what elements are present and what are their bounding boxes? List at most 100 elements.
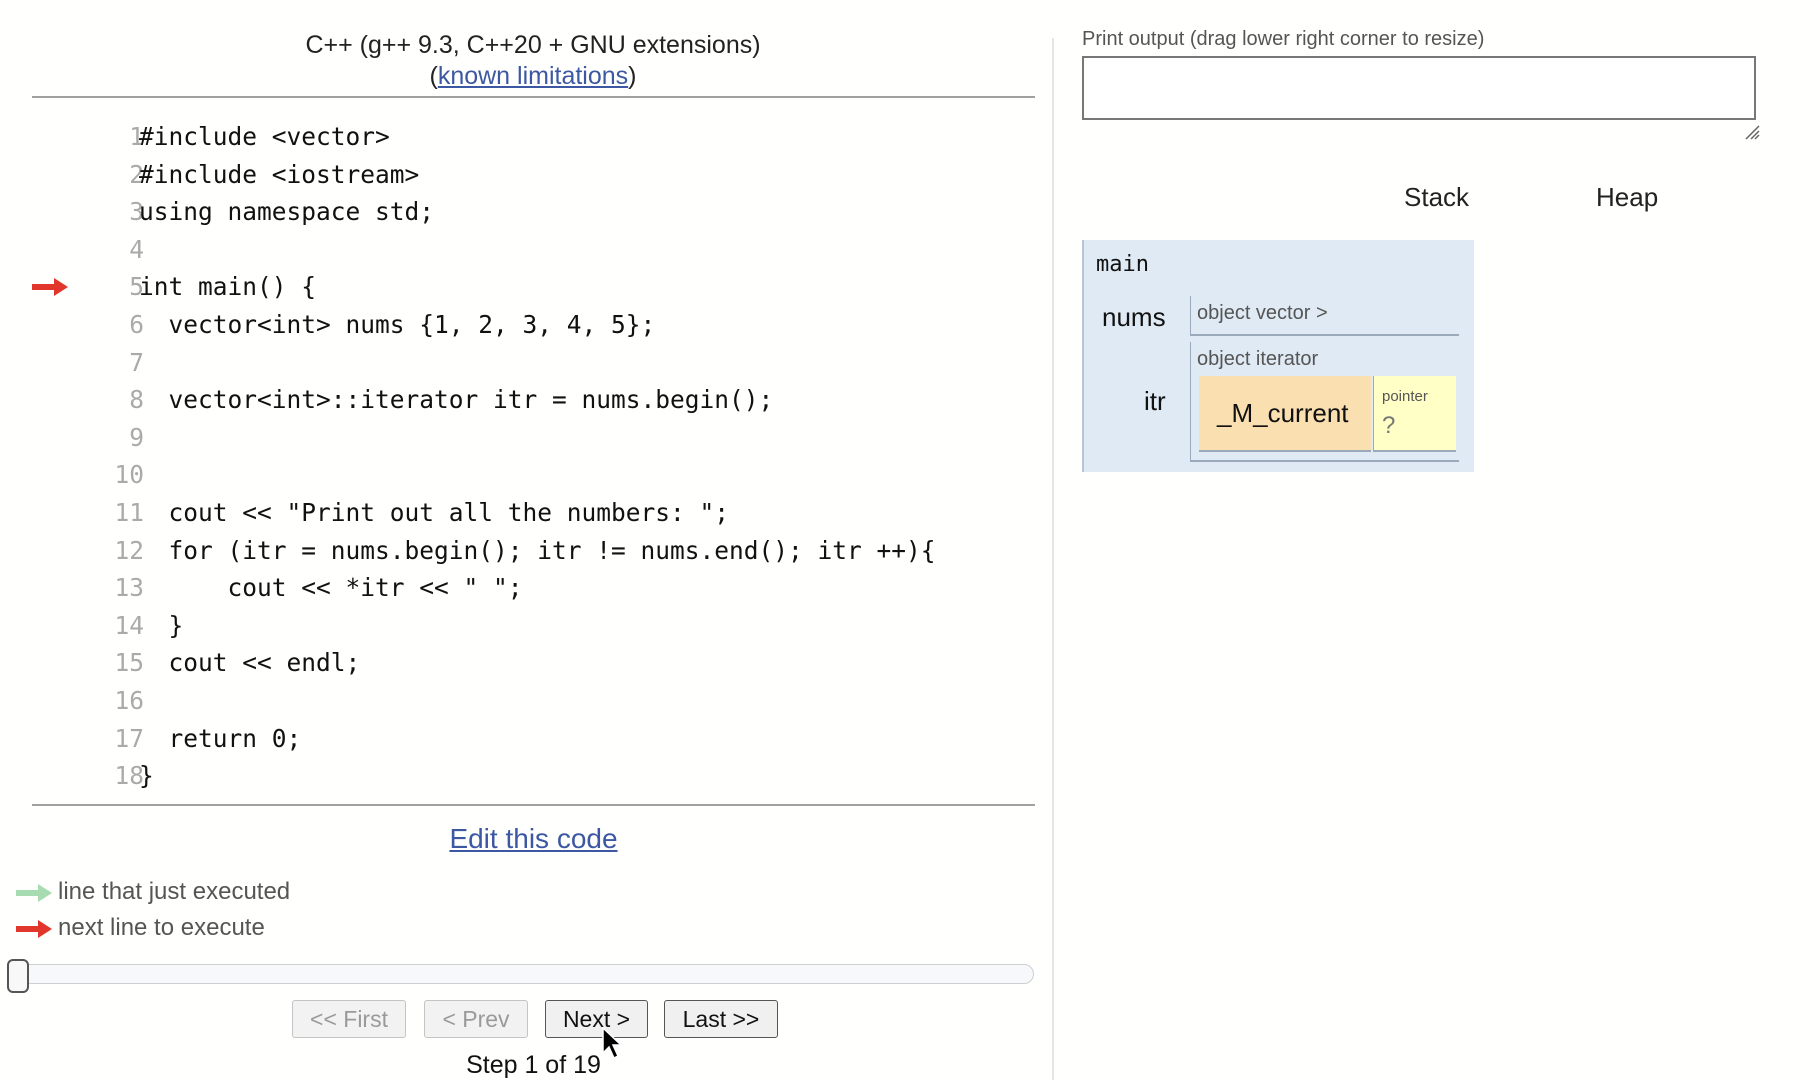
line-number: 9 xyxy=(129,422,144,452)
line-gutter[interactable]: 15 xyxy=(32,644,144,682)
code-line: 6 vector<int> nums {1, 2, 3, 4, 5}; xyxy=(32,306,1035,344)
print-output-box[interactable] xyxy=(1082,56,1756,120)
resize-grip-icon[interactable] xyxy=(1744,124,1760,140)
known-limitations-link[interactable]: known limitations xyxy=(438,62,628,90)
pointer-type-label: pointer xyxy=(1382,388,1428,405)
line-gutter[interactable]: 18 xyxy=(32,757,144,795)
stack-header: Stack xyxy=(1404,182,1470,212)
step-counter: Step 1 of 19 xyxy=(466,1051,601,1079)
var-name-nums: nums xyxy=(1102,302,1166,332)
line-gutter[interactable]: 12 xyxy=(32,532,144,570)
paren-close: ) xyxy=(628,62,637,90)
line-number: 17 xyxy=(114,723,144,753)
line-number: 6 xyxy=(129,309,144,339)
next-button[interactable]: Next > xyxy=(545,1000,648,1038)
code-text: cout << *itr << " "; xyxy=(139,573,523,603)
line-gutter[interactable]: 11 xyxy=(32,494,144,532)
edit-code-link[interactable]: Edit this code xyxy=(32,823,1035,855)
code-bottom-divider xyxy=(32,804,1035,806)
code-line: 2 #include <iostream> xyxy=(32,156,1035,194)
var-value-itr: object iterator _M_current pointer ? xyxy=(1190,342,1459,462)
code-listing: 1 #include <vector> 2 #include <iostream> 3 u… xyxy=(32,118,1035,795)
code-line: 1 #include <vector> xyxy=(32,118,1035,156)
line-number: 3 xyxy=(129,197,144,227)
line-number: 1 xyxy=(129,122,144,151)
slider-thumb[interactable] xyxy=(7,959,29,993)
line-number: 8 xyxy=(129,385,144,415)
code-text: #include <vector> xyxy=(139,122,390,151)
line-gutter[interactable]: 10 xyxy=(32,456,144,494)
visualization-panel: Print output (drag lower right corner to… xyxy=(1082,0,1812,1080)
line-number: 15 xyxy=(114,648,144,678)
line-gutter[interactable]: 9 xyxy=(32,419,144,457)
code-line: 8 vector<int>::iterator itr = nums.begin… xyxy=(32,381,1035,419)
line-gutter[interactable]: 13 xyxy=(32,569,144,607)
stack-frame-main: main nums object vector > itr object ite… xyxy=(1082,240,1474,472)
panel-divider xyxy=(1052,38,1054,1080)
code-line: 11 cout << "Print out all the numbers: "… xyxy=(32,494,1035,532)
line-number: 14 xyxy=(114,610,144,640)
line-number: 10 xyxy=(114,460,144,490)
itr-type-label: object iterator xyxy=(1197,348,1319,370)
line-number: 4 xyxy=(129,234,144,264)
print-output-label: Print output (drag lower right corner to… xyxy=(1082,28,1485,50)
code-line: 7 xyxy=(32,344,1035,382)
code-line: 12 for (itr = nums.begin(); itr != nums.… xyxy=(32,532,1035,570)
legend-next: next line to execute xyxy=(16,913,265,943)
var-name-itr: itr xyxy=(1144,386,1166,416)
code-line: 17 return 0; xyxy=(32,720,1035,758)
next-line-arrow-icon xyxy=(32,278,68,297)
legend-executed: line that just executed xyxy=(16,877,290,907)
line-number: 16 xyxy=(114,685,144,715)
code-line: 9 xyxy=(32,419,1035,457)
line-gutter[interactable]: 8 xyxy=(32,381,144,419)
code-line: 13 cout << *itr << " "; xyxy=(32,569,1035,607)
prev-button[interactable]: < Prev xyxy=(424,1000,528,1038)
code-text: } xyxy=(139,610,184,640)
code-text: vector<int> nums {1, 2, 3, 4, 5}; xyxy=(139,309,656,339)
var-value-nums: object vector > xyxy=(1190,296,1459,336)
code-line: 3 using namespace std; xyxy=(32,193,1035,231)
line-number: 11 xyxy=(114,497,144,527)
line-number: 12 xyxy=(114,535,144,565)
line-gutter[interactable]: 1 xyxy=(32,118,144,156)
code-text: } xyxy=(139,761,154,791)
step-slider[interactable] xyxy=(7,959,1034,993)
line-gutter[interactable]: 4 xyxy=(32,231,144,269)
itr-field-name: _M_current xyxy=(1217,398,1349,428)
code-top-divider xyxy=(32,96,1035,98)
line-number: 13 xyxy=(114,573,144,603)
nums-type-label: object vector > xyxy=(1197,302,1328,324)
code-line: 5 int main() { xyxy=(32,268,1035,306)
code-line: 15 cout << endl; xyxy=(32,644,1035,682)
code-text: int main() { xyxy=(139,272,317,302)
line-gutter[interactable]: 14 xyxy=(32,607,144,645)
code-line: 4 xyxy=(32,231,1035,269)
pointer-value: ? xyxy=(1382,412,1396,439)
line-number: 5 xyxy=(129,272,144,302)
code-line: 10 xyxy=(32,456,1035,494)
code-line: 14 } xyxy=(32,607,1035,645)
code-text: vector<int>::iterator itr = nums.begin()… xyxy=(139,385,774,415)
code-text: cout << endl; xyxy=(139,648,361,678)
code-line: 18} xyxy=(32,757,1035,795)
line-gutter[interactable]: 5 xyxy=(32,268,144,306)
itr-field-cell: _M_current xyxy=(1199,376,1371,452)
line-gutter[interactable]: 16 xyxy=(32,682,144,720)
line-gutter[interactable]: 17 xyxy=(32,720,144,758)
line-gutter[interactable]: 2 xyxy=(32,156,144,194)
frame-name: main xyxy=(1096,252,1149,277)
line-gutter[interactable]: 6 xyxy=(32,306,144,344)
itr-pointer-cell: pointer ? xyxy=(1373,376,1456,452)
green-arrow-icon xyxy=(16,883,52,902)
first-button[interactable]: << First xyxy=(292,1000,406,1038)
code-text: #include <iostream> xyxy=(139,159,420,189)
legend-executed-label: line that just executed xyxy=(58,878,291,905)
code-panel: C++ (g++ 9.3, C++20 + GNU extensions) (k… xyxy=(0,0,1052,1080)
red-arrow-icon xyxy=(16,919,52,938)
last-button[interactable]: Last >> xyxy=(664,1000,778,1038)
paren-open: ( xyxy=(429,62,438,90)
line-gutter[interactable]: 7 xyxy=(32,344,144,382)
line-gutter[interactable]: 3 xyxy=(32,193,144,231)
code-text: cout << "Print out all the numbers: "; xyxy=(139,497,730,527)
